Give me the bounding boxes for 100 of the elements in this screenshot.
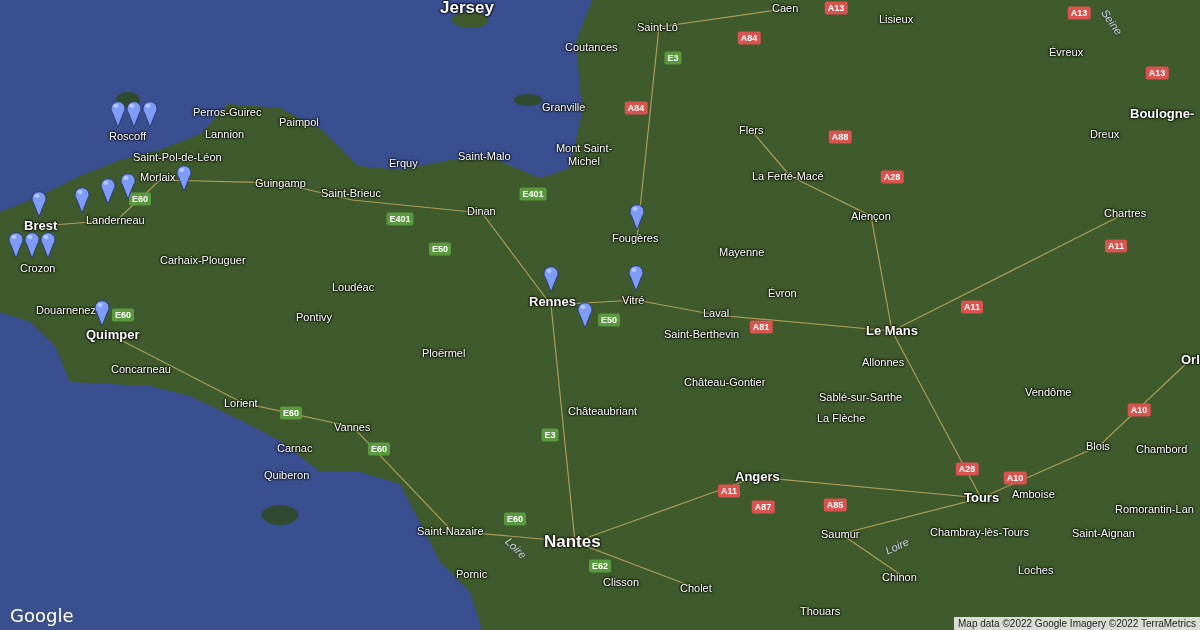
- place-label: Jersey: [440, 0, 494, 18]
- road-shield: A87: [751, 500, 775, 514]
- place-label: Amboise: [1012, 487, 1055, 501]
- map-pin-icon[interactable]: [629, 203, 645, 231]
- place-label: Carhaix-Plouguer: [160, 253, 246, 267]
- place-label: Châteaubriant: [568, 404, 638, 418]
- place-label: Saint-Lô: [637, 20, 678, 34]
- place-label: La Flèche: [817, 411, 866, 425]
- google-logo[interactable]: Google: [10, 605, 74, 626]
- place-label: Guingamp: [255, 176, 306, 190]
- road-shield: A28: [955, 462, 979, 476]
- place-label: Landerneau: [86, 213, 145, 227]
- place-label: Tours: [964, 490, 1000, 506]
- map-pin-icon[interactable]: [110, 100, 126, 128]
- road-shield: A88: [828, 130, 852, 144]
- island: [262, 505, 298, 525]
- road-shield: A28: [880, 170, 904, 184]
- place-label: Roscoff: [109, 129, 147, 143]
- place-label: Romorantin-Lan: [1115, 502, 1194, 516]
- place-label: Pornic: [456, 567, 488, 581]
- place-label: Quiberon: [264, 468, 310, 482]
- place-label: Thouars: [800, 604, 841, 618]
- map-pin-icon[interactable]: [126, 100, 142, 128]
- place-label: La Ferté-Macé: [752, 169, 824, 183]
- map-pin-icon[interactable]: [628, 264, 644, 292]
- place-label: Évron: [768, 286, 797, 300]
- place-label: Orl: [1181, 352, 1200, 368]
- map-pin-icon[interactable]: [8, 231, 24, 259]
- map-pin-icon[interactable]: [142, 100, 158, 128]
- place-label: Évreux: [1049, 45, 1084, 59]
- place-label: Saint-Berthevin: [664, 327, 740, 341]
- attribution-text: Map data ©2022 Google Imagery ©2022 TerraMetrics: [954, 617, 1200, 630]
- place-label: Alençon: [851, 209, 891, 223]
- place-label: Allonnes: [862, 355, 905, 369]
- place-label: Angers: [735, 469, 780, 485]
- river-label: Loire: [883, 535, 911, 557]
- place-label: Château-Gontier: [684, 375, 766, 389]
- map-pin-icon[interactable]: [40, 231, 56, 259]
- road-shield: E60: [280, 406, 302, 420]
- map-pin-icon[interactable]: [24, 231, 40, 259]
- road-shield: A84: [624, 101, 648, 115]
- road-shield: E401: [386, 212, 414, 226]
- place-label: Saumur: [821, 527, 860, 541]
- place-label: Laval: [703, 306, 730, 320]
- place-label: Saint-Aignan: [1072, 526, 1135, 540]
- place-label: Lorient: [224, 396, 258, 410]
- map-pin-icon[interactable]: [100, 177, 116, 205]
- place-label: Perros-Guirec: [193, 105, 262, 119]
- road-shield: A13: [1145, 66, 1169, 80]
- place-label: Crozon: [20, 261, 56, 275]
- road-shield: A84: [737, 31, 761, 45]
- place-label: Clisson: [603, 575, 640, 589]
- place-label: Vannes: [334, 420, 371, 434]
- place-label: Saint-Nazaire: [417, 524, 484, 538]
- place-label: Dreux: [1090, 127, 1120, 141]
- map-pin-icon[interactable]: [577, 301, 593, 329]
- road-shield: A11: [1105, 239, 1127, 253]
- road-shield: E3: [541, 428, 559, 442]
- place-label: Mont Saint-Michel: [554, 142, 614, 168]
- place-label: Mayenne: [719, 245, 765, 259]
- road-shield: E50: [598, 313, 620, 327]
- place-label: Dinan: [467, 204, 496, 218]
- place-label: Chartres: [1104, 206, 1147, 220]
- road-shield: A85: [823, 498, 847, 512]
- island: [514, 94, 542, 106]
- map-pin-icon[interactable]: [176, 164, 192, 192]
- road-shield: A11: [961, 300, 983, 314]
- map-pin-icon[interactable]: [94, 299, 110, 327]
- place-label: Chambray-lès-Tours: [930, 525, 1030, 539]
- map-pin-icon[interactable]: [543, 265, 559, 293]
- place-label: Boulogne-: [1130, 106, 1195, 122]
- place-label: Ploërmel: [422, 346, 466, 360]
- road-shield: E60: [112, 308, 134, 322]
- map-pin-icon[interactable]: [31, 190, 47, 218]
- place-label: Coutances: [565, 40, 618, 54]
- place-label: Sablé-sur-Sarthe: [819, 390, 903, 404]
- place-label: Chambord: [1136, 442, 1188, 456]
- road-shield: A10: [1003, 471, 1027, 485]
- road-shield: E401: [519, 187, 547, 201]
- place-label: Blois: [1086, 439, 1110, 453]
- road-shield: A81: [749, 320, 773, 334]
- place-label: Lannion: [205, 127, 245, 141]
- place-label: Flers: [739, 123, 764, 137]
- place-label: Carnac: [277, 441, 313, 455]
- map-pin-icon[interactable]: [74, 186, 90, 214]
- place-label: Saint-Malo: [458, 149, 511, 163]
- place-label: Saint-Pol-de-Léon: [133, 150, 222, 164]
- place-label: Nantes: [544, 532, 601, 552]
- place-label: Morlaix: [140, 170, 176, 184]
- road-shield: E60: [368, 442, 390, 456]
- place-label: Pontivy: [296, 310, 333, 324]
- road-shield: A13: [824, 1, 848, 15]
- place-label: Loches: [1018, 563, 1054, 577]
- place-label: Concarneau: [111, 362, 171, 376]
- place-label: Vendôme: [1025, 385, 1072, 399]
- road-shield: E60: [504, 512, 526, 526]
- road-shield: A11: [718, 484, 740, 498]
- road-shield: A10: [1127, 403, 1151, 417]
- place-label: Lisieux: [879, 12, 914, 26]
- place-label: Cholet: [680, 581, 712, 595]
